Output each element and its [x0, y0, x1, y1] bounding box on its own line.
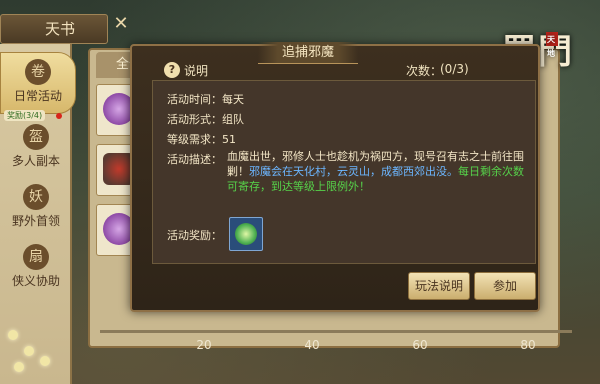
sidebar-item-label: 多人副本: [11, 154, 60, 168]
sidebar-item-label: 日常活动: [13, 89, 62, 103]
reward-label: 活动奖励：: [167, 229, 222, 242]
count-label: 次数：: [406, 64, 443, 78]
sidebar-item-daily[interactable]: 卷 日常活动: [0, 52, 76, 114]
axis-tick: 80: [520, 338, 536, 352]
level-row: 等级需求：51: [167, 131, 236, 147]
reward-orb-icon: [235, 223, 257, 245]
progress-axis: [100, 330, 572, 333]
axis-tick: 20: [196, 338, 212, 352]
scroll-icon: 卷: [25, 59, 51, 85]
sidebar-item-boss[interactable]: 妖 野外首领: [0, 178, 72, 240]
desc-text-locations: 邪魔会在天化村，云灵山，成都西郊出没。: [249, 165, 458, 178]
activity-description: 血魔出世，邪修人士也趁机为祸四方，现号召有志之士前往围剿！邪魔会在天化村，云灵山…: [227, 149, 527, 194]
notification-dot: [56, 113, 62, 119]
count-value: (0/3): [440, 62, 469, 76]
axis-tick: 40: [304, 338, 320, 352]
activity-info-panel: 活动时间：每天 活动形式：组队 等级需求：51 活动描述： 血魔出世，邪修人士也…: [152, 80, 536, 264]
desc-row: 活动描述：: [167, 151, 222, 167]
demon-icon: 妖: [23, 184, 49, 210]
form-label: 活动形式：: [167, 113, 222, 126]
reward-badge: 奖励(3/4): [4, 110, 46, 121]
flower-decoration: [14, 362, 24, 372]
sidebar-item-dungeon[interactable]: 盔 多人副本: [0, 118, 72, 180]
form-value: 组队: [222, 113, 244, 126]
sidebar-item-label: 侠义协助: [11, 274, 60, 288]
flower-decoration: [40, 356, 50, 366]
join-button[interactable]: 参加: [474, 272, 536, 300]
time-label: 活动时间：: [167, 93, 222, 106]
rules-button[interactable]: 玩法说明: [408, 272, 470, 300]
helmet-icon: 盔: [23, 124, 49, 150]
time-value: 每天: [222, 93, 244, 106]
level-value: 51: [222, 133, 236, 146]
fan-icon: 扇: [23, 244, 49, 270]
axis-tick: 60: [412, 338, 428, 352]
logo-seal: 天地: [546, 32, 558, 58]
flower-decoration: [8, 330, 18, 340]
reward-item[interactable]: [229, 217, 263, 251]
time-row: 活动时间：每天: [167, 91, 244, 107]
sidebar-item-assist[interactable]: 扇 侠义协助: [0, 238, 72, 300]
form-row: 活动形式：组队: [167, 111, 244, 127]
sidebar-item-label: 野外首领: [11, 214, 60, 228]
close-icon[interactable]: ✕: [110, 14, 132, 36]
level-label: 等级需求：: [167, 133, 222, 146]
panel-title: 天书: [0, 14, 108, 44]
flower-decoration: [24, 346, 34, 356]
help-icon[interactable]: ?: [164, 62, 180, 78]
help-label: 说明: [184, 64, 209, 78]
desc-label: 活动描述：: [167, 153, 222, 166]
